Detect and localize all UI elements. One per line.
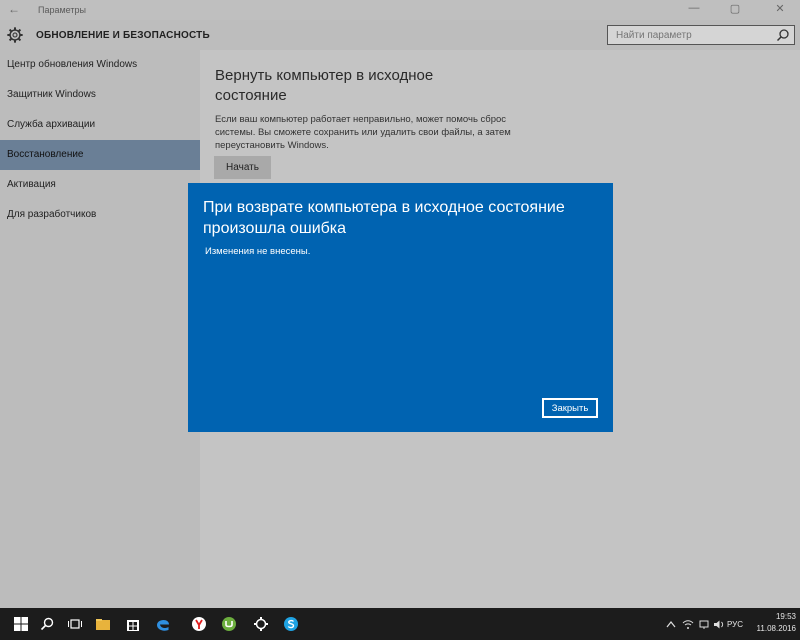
- search-box[interactable]: [607, 25, 795, 45]
- minimize-button[interactable]: —: [679, 2, 709, 14]
- sidebar-item-windows-defender[interactable]: Защитник Windows: [0, 80, 200, 110]
- section-heading: Вернуть компьютер в исходное состояние: [215, 67, 434, 104]
- clock-time: 19:53: [775, 612, 796, 621]
- dialog-title: При возврате компьютера в исходное состо…: [203, 199, 565, 237]
- search-icon[interactable]: [34, 608, 60, 640]
- sidebar-item-label: Защитник Windows: [7, 89, 96, 100]
- search-input[interactable]: [608, 26, 776, 44]
- gear-icon: [7, 27, 23, 43]
- maximize-button[interactable]: ▢: [720, 2, 750, 15]
- language-indicator[interactable]: РУС: [727, 620, 743, 629]
- dialog-message: Изменения не внесены.: [205, 246, 311, 257]
- start-reset-button[interactable]: Начать: [214, 156, 271, 179]
- taskbar: РУС 19:53 11.08.2016: [0, 608, 800, 640]
- section-description: Если ваш компьютер работает неправильно,…: [215, 114, 511, 151]
- sidebar-item-label: Центр обновления Windows: [7, 59, 138, 70]
- sidebar-item-backup[interactable]: Служба архивации: [0, 110, 200, 140]
- sidebar: Центр обновления Windows Защитник Window…: [0, 50, 200, 608]
- page-title: ОБНОВЛЕНИЕ И БЕЗОПАСНОСТЬ: [36, 30, 210, 41]
- yandex-browser-icon[interactable]: [186, 608, 212, 640]
- close-window-button[interactable]: ✕: [765, 2, 795, 15]
- sidebar-item-developers[interactable]: Для разработчиков: [0, 200, 200, 230]
- wifi-icon[interactable]: [682, 619, 694, 630]
- sidebar-item-recovery[interactable]: Восстановление: [0, 140, 200, 170]
- sidebar-item-label: Восстановление: [7, 149, 84, 160]
- sidebar-item-activation[interactable]: Активация: [0, 170, 200, 200]
- skype-icon[interactable]: [278, 608, 304, 640]
- store-icon[interactable]: [120, 608, 146, 640]
- window-title: Параметры: [38, 5, 86, 15]
- volume-icon[interactable]: [713, 619, 725, 630]
- windows-start-icon[interactable]: [8, 608, 34, 640]
- sidebar-item-label: Для разработчиков: [7, 209, 97, 220]
- edge-icon[interactable]: [150, 608, 176, 640]
- error-dialog: При возврате компьютера в исходное состо…: [188, 183, 613, 432]
- clock-date: 11.08.2016: [756, 624, 796, 633]
- sidebar-item-label: Служба архивации: [7, 119, 96, 130]
- back-arrow-icon[interactable]: ←: [8, 2, 20, 16]
- search-icon[interactable]: [776, 28, 790, 42]
- clock[interactable]: 19:53 11.08.2016: [756, 611, 796, 635]
- sidebar-item-windows-update[interactable]: Центр обновления Windows: [0, 50, 200, 80]
- settings-icon[interactable]: [248, 608, 274, 640]
- file-explorer-icon[interactable]: [90, 608, 116, 640]
- utorrent-icon[interactable]: [216, 608, 242, 640]
- network-icon[interactable]: [698, 619, 710, 630]
- close-dialog-button[interactable]: Закрыть: [542, 398, 598, 418]
- task-view-icon[interactable]: [62, 608, 88, 640]
- sidebar-item-label: Активация: [7, 179, 56, 190]
- title-bar: ← Параметры — ▢ ✕: [0, 0, 800, 20]
- chevron-up-icon[interactable]: [666, 620, 676, 629]
